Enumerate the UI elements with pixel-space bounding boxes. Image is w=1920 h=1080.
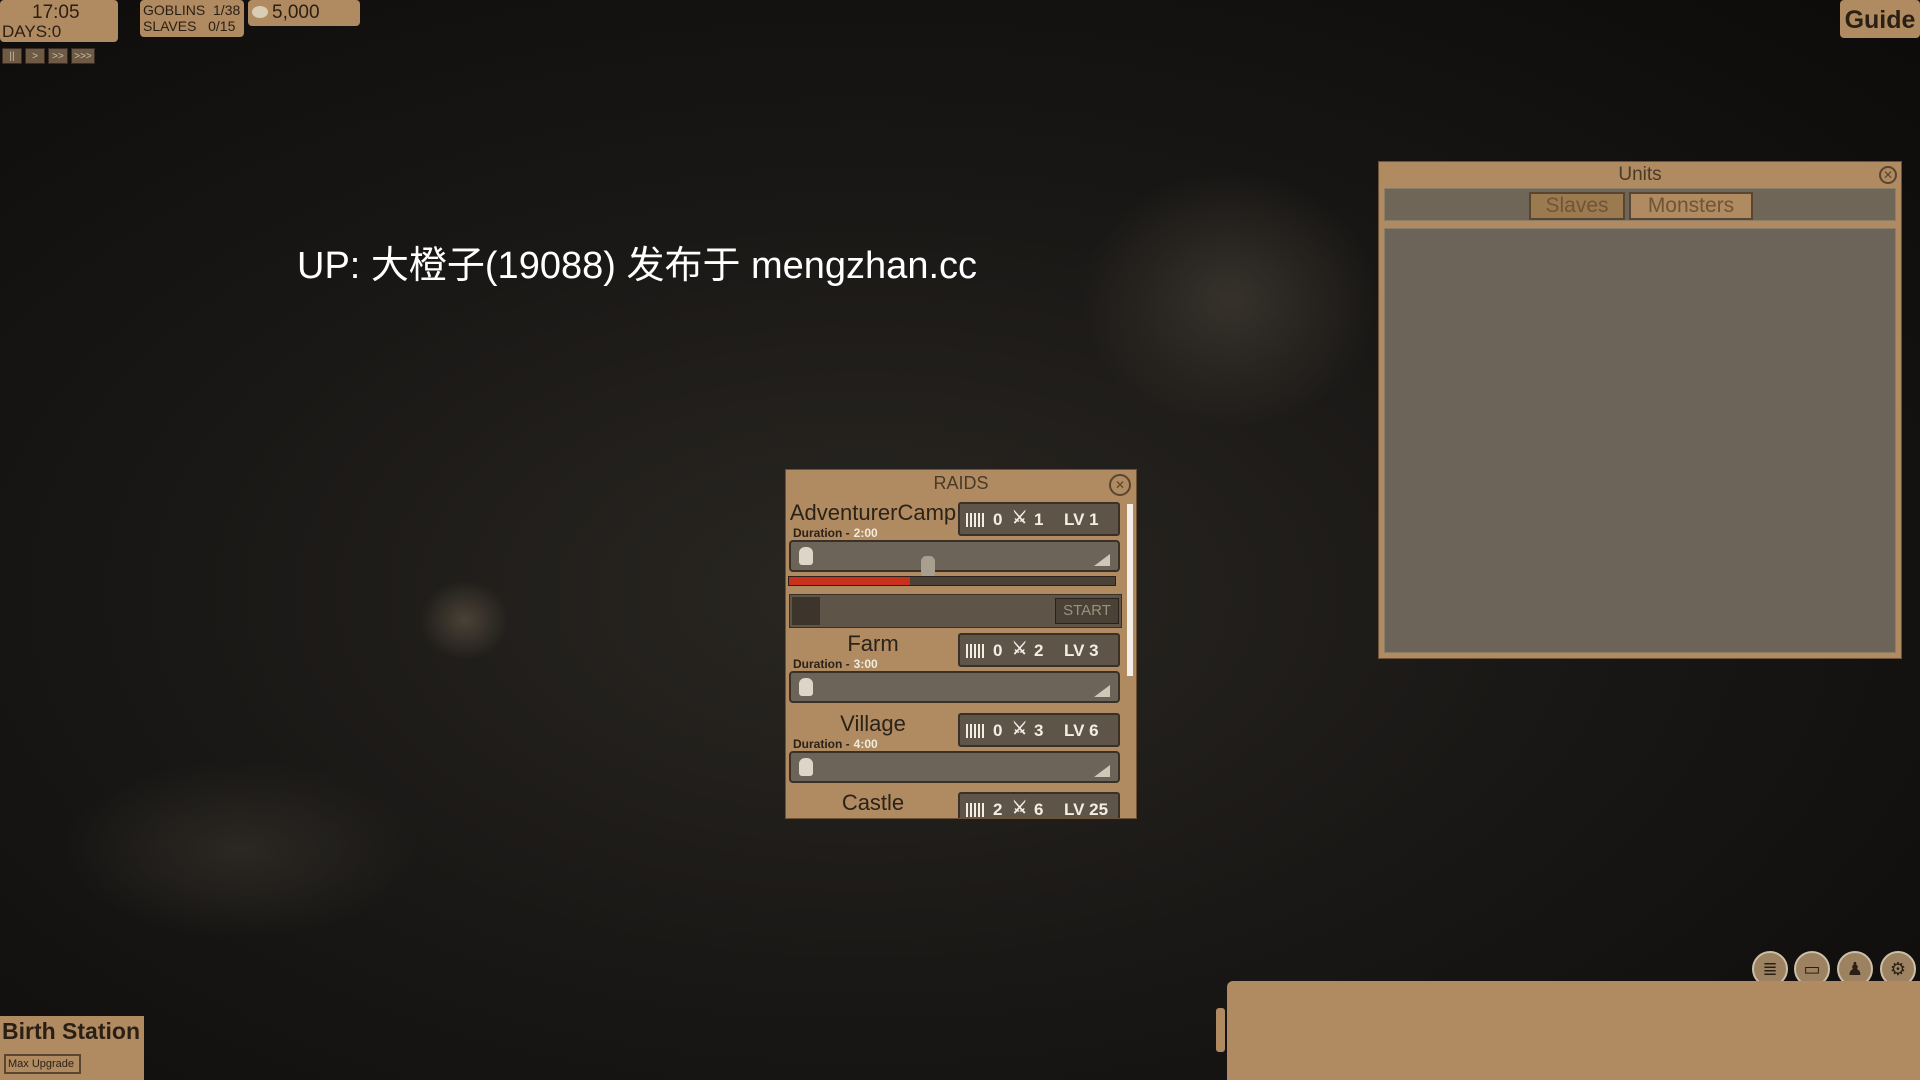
days-label: DAYS:: [2, 22, 52, 41]
raid-stats: 0 ⚔ 2 LV 3: [958, 633, 1120, 667]
raid-level: LV 25: [1064, 800, 1109, 819]
prisoner-count: 0: [993, 510, 1003, 529]
duration-value: 3:00: [853, 657, 878, 671]
building-name: Birth Station: [2, 1018, 140, 1044]
prisoner-count: 2: [993, 800, 1003, 819]
watermark-text: UP: 大橙子(19088) 发布于 mengzhan.cc: [297, 245, 978, 287]
raid-name: Village: [840, 711, 906, 736]
clock-time: 17:05: [32, 2, 80, 23]
raid-entry-village[interactable]: Village Duration -4:00 0 ⚔ 3 LV 6: [789, 711, 1121, 789]
prisoner-icon: [966, 803, 986, 817]
building-info-panel: Birth Station Max Upgrade: [0, 1016, 144, 1080]
tab-slaves[interactable]: Slaves: [1529, 192, 1625, 220]
prisoner-count: 0: [993, 721, 1003, 740]
raid-track: [789, 671, 1120, 703]
goblins-count: GOBLINS 1/38: [143, 2, 241, 18]
soldier-count: 1: [1034, 510, 1044, 529]
units-close-button[interactable]: ✕: [1879, 166, 1897, 184]
goblin-icon: [799, 758, 813, 776]
soldier-count: 6: [1034, 800, 1044, 819]
raid-track: [789, 751, 1120, 783]
raid-entry-farm[interactable]: Farm Duration -3:00 0 ⚔ 2 LV 3: [789, 631, 1121, 709]
raids-scrollbar[interactable]: [1127, 504, 1133, 676]
raid-progress-bar: [788, 576, 1116, 586]
raider-portrait[interactable]: [792, 597, 820, 625]
units-tab-bar: Slaves Monsters: [1384, 188, 1896, 221]
cave-rock-wall: [1080, 170, 1380, 430]
raid-name: AdventurerCamp: [789, 500, 957, 525]
max-upgrade-button[interactable]: Max Upgrade: [4, 1054, 81, 1074]
fastest-button[interactable]: >>>: [71, 48, 95, 64]
duration-label: Duration -: [793, 657, 850, 671]
soldier-count: 2: [1034, 641, 1044, 660]
units-panel: Units ✕ Slaves Monsters: [1378, 161, 1902, 659]
raid-name: Farm: [847, 631, 899, 656]
duration-value: 4:00: [853, 737, 878, 751]
soldier-icon: ⚔: [1012, 508, 1028, 527]
raid-duration: Duration -3:00: [793, 657, 878, 671]
raid-name: Castle: [841, 790, 905, 815]
prisoner-count: 0: [993, 641, 1003, 660]
raid-entry-castle[interactable]: Castle 2 ⚔ 6 LV 25: [789, 790, 1121, 819]
start-button[interactable]: START: [1055, 598, 1119, 624]
play-button[interactable]: >: [25, 48, 45, 64]
message-panel: [1227, 981, 1920, 1080]
raids-panel: RAIDS ✕ AdventurerCamp Duration -2:00 0 …: [785, 469, 1137, 819]
soldier-count: 3: [1034, 721, 1044, 740]
soldier-icon: ⚔: [1012, 639, 1028, 658]
soldier-icon: ⚔: [1012, 719, 1028, 738]
population-counter: GOBLINS 1/38 SLAVES 0/15: [140, 0, 244, 37]
units-title: Units: [1618, 164, 1662, 185]
prisoner-icon: [966, 644, 986, 658]
message-panel-handle[interactable]: [1216, 1008, 1225, 1052]
raid-stats: 0 ⚔ 1 LV 1: [958, 502, 1120, 536]
cave-floor-shadow: [60, 760, 420, 940]
units-list: [1384, 228, 1896, 653]
gold-amount: 5,000: [272, 2, 320, 23]
pause-button[interactable]: ||: [2, 48, 22, 64]
camp-icon: [1094, 685, 1110, 697]
raids-close-button[interactable]: ✕: [1109, 474, 1131, 496]
prisoner-icon: [966, 513, 986, 527]
prisoner-icon: [966, 724, 986, 738]
raid-duration: Duration -2:00: [793, 526, 878, 540]
raid-level: LV 6: [1064, 721, 1099, 740]
tab-monsters[interactable]: Monsters: [1629, 192, 1753, 220]
raid-progress-fill: [789, 577, 910, 585]
fast-forward-button[interactable]: >>: [48, 48, 68, 64]
raids-title: RAIDS: [933, 473, 989, 493]
raid-start-row: START: [789, 594, 1122, 628]
camp-icon: [1094, 554, 1110, 566]
raid-track: [789, 540, 1120, 572]
days-value: 0: [51, 22, 62, 41]
duration-label: Duration -: [793, 526, 850, 540]
guide-button[interactable]: Guide: [1840, 0, 1920, 38]
raid-duration: Duration -4:00: [793, 737, 878, 751]
duration-label: Duration -: [793, 737, 850, 751]
gold-counter: 5,000: [248, 0, 360, 26]
camp-icon: [1094, 765, 1110, 777]
mushroom-cluster: [420, 580, 510, 660]
days-counter: DAYS:0: [2, 22, 61, 42]
raid-level: LV 3: [1064, 641, 1099, 660]
raid-stats: 2 ⚔ 6 LV 25: [958, 792, 1120, 819]
slaves-count: SLAVES 0/15: [143, 18, 236, 34]
duration-value: 2:00: [853, 526, 878, 540]
raid-stats: 0 ⚔ 3 LV 6: [958, 713, 1120, 747]
soldier-icon: ⚔: [1012, 798, 1028, 817]
goblin-icon: [799, 547, 813, 565]
game-clock: 17:05 DAYS:0: [0, 0, 118, 42]
goblin-icon: [799, 678, 813, 696]
coin-icon: [252, 6, 268, 18]
raid-level: LV 1: [1064, 510, 1099, 529]
raiding-goblin-icon: [921, 556, 935, 578]
